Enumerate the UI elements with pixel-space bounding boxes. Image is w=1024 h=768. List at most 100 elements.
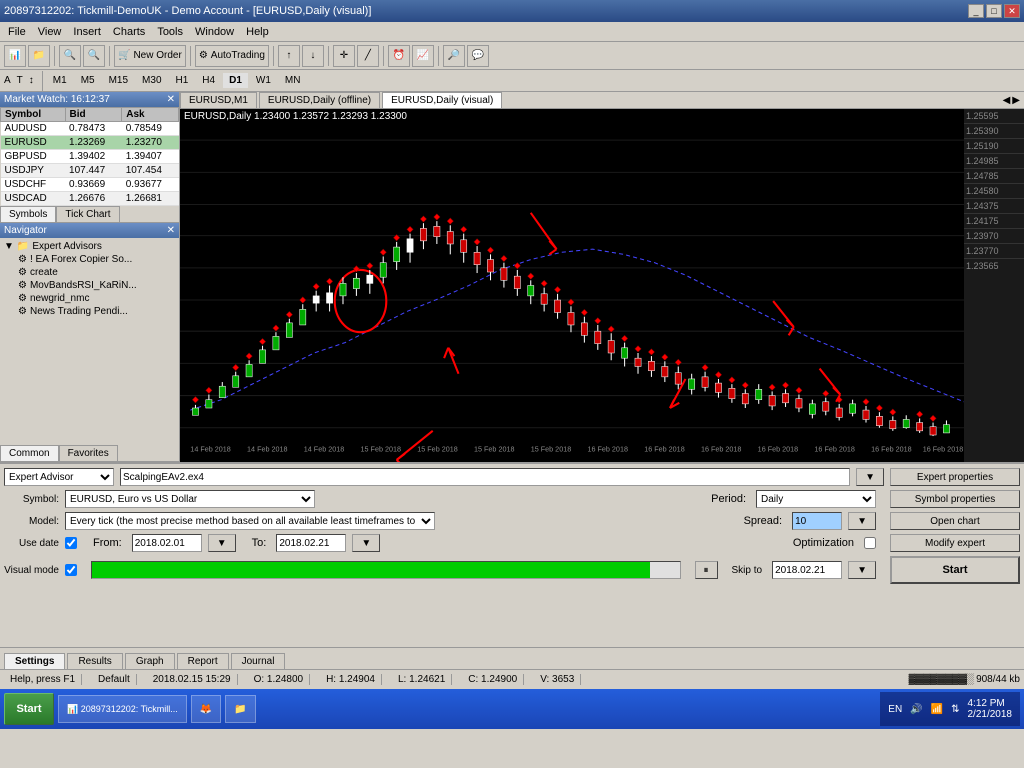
sell-button[interactable]: ↓ — [302, 45, 324, 67]
tab-results[interactable]: Results — [67, 653, 122, 669]
zoom-out-button[interactable]: 🔍 — [83, 45, 105, 67]
menu-help[interactable]: Help — [240, 24, 275, 40]
chart-nav-left[interactable]: ◀ — [1003, 95, 1011, 106]
tab-settings[interactable]: Settings — [4, 653, 65, 669]
tf-mn[interactable]: MN — [279, 73, 307, 88]
market-watch-row[interactable]: GBPUSD 1.39402 1.39407 — [1, 150, 179, 164]
use-date-checkbox[interactable] — [65, 537, 77, 549]
market-watch-close[interactable]: ✕ — [167, 94, 175, 105]
line-button[interactable]: ╱ — [357, 45, 379, 67]
minimize-button[interactable]: _ — [968, 4, 984, 18]
from-date-input[interactable] — [132, 534, 202, 552]
taskbar-mt4[interactable]: 📊 20897312202: Tickmill... — [58, 695, 187, 723]
expert-advisor-dropdown[interactable]: Expert Advisor — [4, 468, 114, 486]
mw-bid: 1.23269 — [65, 136, 122, 150]
menu-charts[interactable]: Charts — [107, 24, 151, 40]
tab-symbols[interactable]: Symbols — [0, 206, 56, 222]
menu-window[interactable]: Window — [189, 24, 240, 40]
optimization-checkbox[interactable] — [864, 537, 876, 549]
svg-text:15 Feb 2018: 15 Feb 2018 — [361, 445, 402, 454]
tab-report[interactable]: Report — [177, 653, 229, 669]
nav-news-trading[interactable]: ⚙ News Trading Pendi... — [2, 305, 177, 318]
new-order-button[interactable]: 🛒 New Order — [114, 45, 186, 67]
tf-h1[interactable]: H1 — [170, 73, 195, 88]
expert-advisor-browse-button[interactable]: ▼ — [856, 468, 884, 486]
buy-button[interactable]: ↑ — [278, 45, 300, 67]
status-bar: Help, press F1 Default 2018.02.15 15:29 … — [0, 669, 1024, 689]
tab-eurusd-daily-visual[interactable]: EURUSD,Daily (visual) — [382, 92, 502, 108]
menu-file[interactable]: File — [2, 24, 32, 40]
model-dropdown[interactable]: Every tick (the most precise method base… — [65, 512, 435, 530]
symbol-properties-button[interactable]: Symbol properties — [890, 490, 1020, 508]
spread-dropdown-btn[interactable]: ▼ — [848, 512, 876, 530]
auto-trading-button[interactable]: ⚙ AutoTrading — [195, 45, 269, 67]
tf-w1[interactable]: W1 — [250, 73, 277, 88]
start-button[interactable]: Start — [4, 693, 54, 725]
visual-mode-checkbox[interactable] — [65, 564, 77, 576]
menu-insert[interactable]: Insert — [67, 24, 107, 40]
tab-graph[interactable]: Graph — [125, 653, 175, 669]
market-watch-row[interactable]: EURUSD 1.23269 1.23270 — [1, 136, 179, 150]
tab-favorites[interactable]: Favorites — [59, 445, 118, 461]
chart-button[interactable]: 📈 — [412, 45, 434, 67]
tf-m15[interactable]: M15 — [103, 73, 134, 88]
tf-m5[interactable]: M5 — [75, 73, 101, 88]
chart-canvas[interactable]: EURUSD,Daily 1.23400 1.23572 1.23293 1.2… — [180, 109, 1024, 462]
modify-expert-button[interactable]: Modify expert — [890, 534, 1020, 552]
spread-input[interactable] — [792, 512, 842, 530]
text-tool[interactable]: T — [17, 75, 27, 86]
clock-button[interactable]: ⏰ — [388, 45, 410, 67]
status-close: C: 1.24900 — [462, 674, 524, 685]
maximize-button[interactable]: □ — [986, 4, 1002, 18]
start-button[interactable]: Start — [890, 556, 1020, 584]
nav-create[interactable]: ⚙ create — [2, 266, 177, 279]
close-button[interactable]: ✕ — [1004, 4, 1020, 18]
nav-ea-forex-copier[interactable]: ⚙ ! EA Forex Copier So... — [2, 253, 177, 266]
open-button[interactable]: 📁 — [28, 45, 50, 67]
chart-svg: 14 Feb 2018 14 Feb 2018 14 Feb 2018 15 F… — [180, 109, 964, 462]
nav-expert-advisors[interactable]: ▼ 📁 Expert Advisors — [2, 240, 177, 253]
tab-eurusd-daily-offline[interactable]: EURUSD,Daily (offline) — [259, 92, 380, 108]
symbol-dropdown[interactable]: EURUSD, Euro vs US Dollar — [65, 490, 315, 508]
separator-tf — [42, 71, 43, 91]
nav-newgrid-label: newgrid_nmc — [30, 293, 89, 304]
taskbar-file[interactable]: 📁 — [225, 695, 255, 723]
zoom-in-button[interactable]: 🔍 — [59, 45, 81, 67]
tab-common[interactable]: Common — [0, 445, 59, 461]
taskbar-browser[interactable]: 🦊 — [191, 695, 221, 723]
tab-tick-chart[interactable]: Tick Chart — [56, 206, 119, 222]
tf-m30[interactable]: M30 — [136, 73, 167, 88]
navigator-close[interactable]: ✕ — [167, 225, 175, 236]
expert-properties-button[interactable]: Expert properties — [890, 468, 1020, 486]
tab-eurusd-m1[interactable]: EURUSD,M1 — [180, 92, 257, 108]
skip-to-date-btn[interactable]: ▼ — [848, 561, 876, 579]
nav-movbands[interactable]: ⚙ MovBandsRSI_KaRiN... — [2, 279, 177, 292]
skip-to-input[interactable] — [772, 561, 842, 579]
market-watch-row[interactable]: USDCHF 0.93669 0.93677 — [1, 178, 179, 192]
market-watch-row[interactable]: USDCAD 1.26676 1.26681 — [1, 192, 179, 206]
tf-m1[interactable]: M1 — [47, 73, 73, 88]
cursor-tool[interactable]: ↕ — [29, 75, 38, 86]
menu-tools[interactable]: Tools — [151, 24, 189, 40]
market-watch-row[interactable]: AUDUSD 0.78473 0.78549 — [1, 122, 179, 136]
search-button[interactable]: 🔎 — [443, 45, 465, 67]
price-label-5: 1.24785 — [964, 169, 1024, 184]
crosshair-button[interactable]: ✛ — [333, 45, 355, 67]
chart-nav-right[interactable]: ▶ — [1012, 95, 1020, 106]
tf-d1[interactable]: D1 — [223, 73, 248, 88]
open-chart-button[interactable]: Open chart — [890, 512, 1020, 530]
pause-button[interactable]: ⏸ — [695, 561, 718, 579]
period-dropdown[interactable]: Daily — [756, 490, 876, 508]
terminal-button[interactable]: 💬 — [467, 45, 489, 67]
new-chart-button[interactable]: 📊 — [4, 45, 26, 67]
menu-view[interactable]: View — [32, 24, 68, 40]
to-date-input[interactable] — [276, 534, 346, 552]
from-date-btn[interactable]: ▼ — [208, 534, 236, 552]
tf-h4[interactable]: H4 — [196, 73, 221, 88]
nav-newgrid[interactable]: ⚙ newgrid_nmc — [2, 292, 177, 305]
to-date-btn[interactable]: ▼ — [352, 534, 380, 552]
market-watch-row[interactable]: USDJPY 107.447 107.454 — [1, 164, 179, 178]
mw-bid: 0.93669 — [65, 178, 122, 192]
expert-advisor-input[interactable] — [120, 468, 850, 486]
tab-journal[interactable]: Journal — [231, 653, 286, 669]
